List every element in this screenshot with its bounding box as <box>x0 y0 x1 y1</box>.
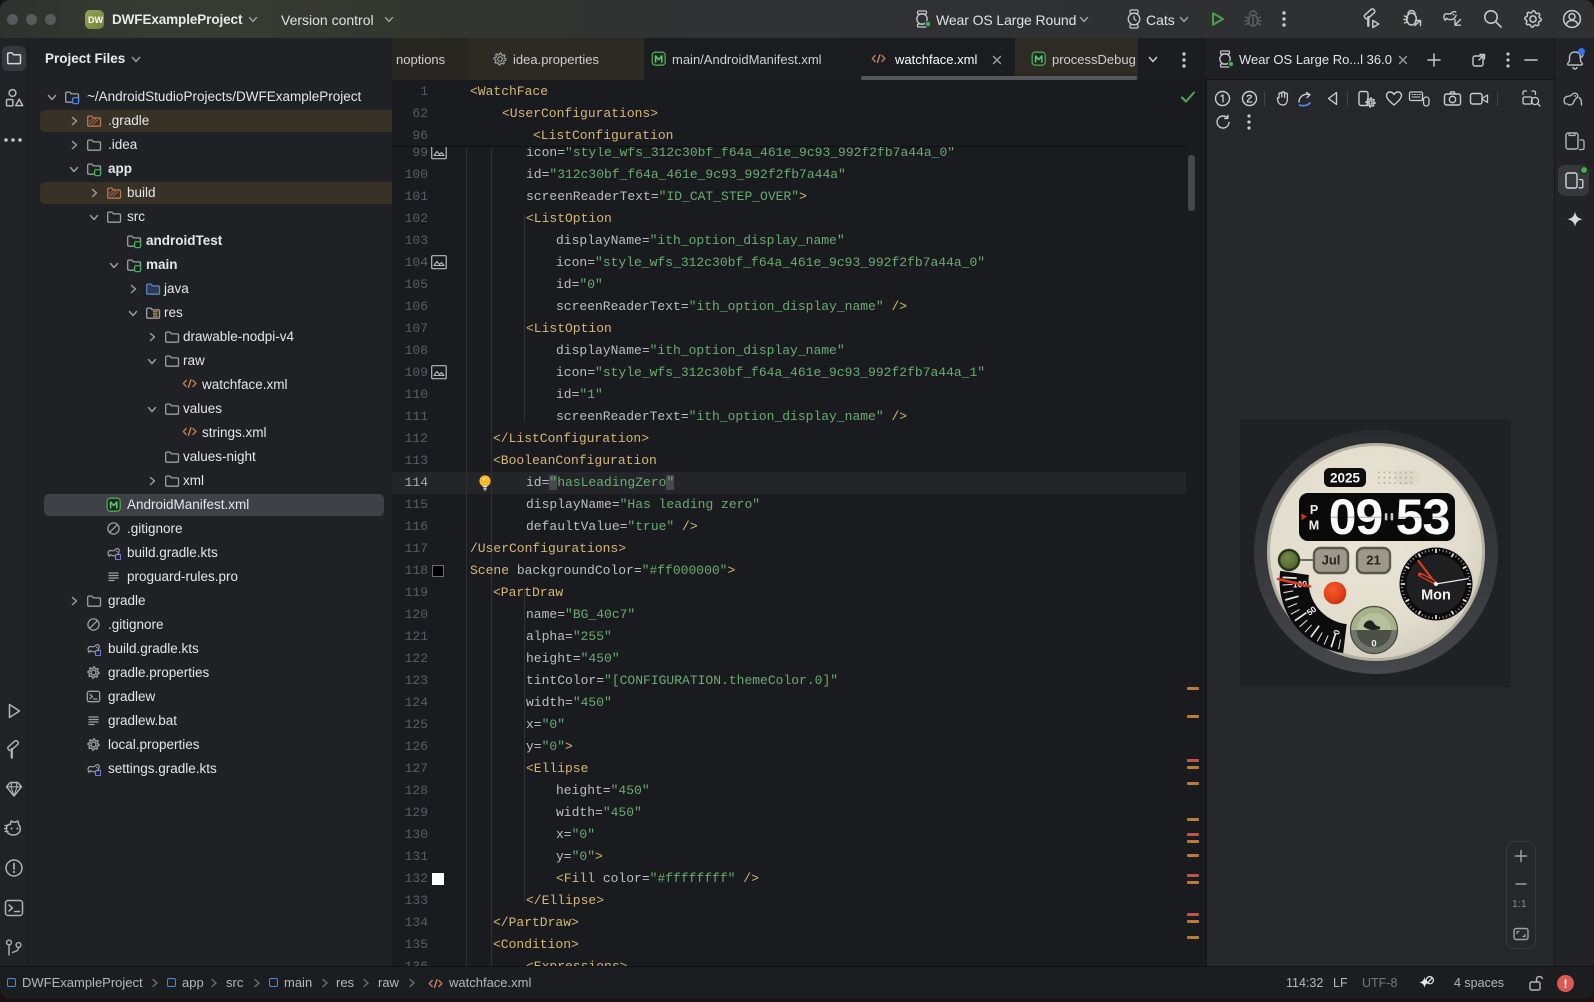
svg-text:P: P <box>1310 503 1318 517</box>
svg-text:21: 21 <box>1366 553 1380 568</box>
svg-text:Mon: Mon <box>1421 588 1451 604</box>
svg-text:M: M <box>1309 519 1319 533</box>
svg-text:2025: 2025 <box>1330 471 1361 486</box>
svg-text:Jul: Jul <box>1322 553 1341 568</box>
svg-text:0: 0 <box>1371 639 1376 650</box>
